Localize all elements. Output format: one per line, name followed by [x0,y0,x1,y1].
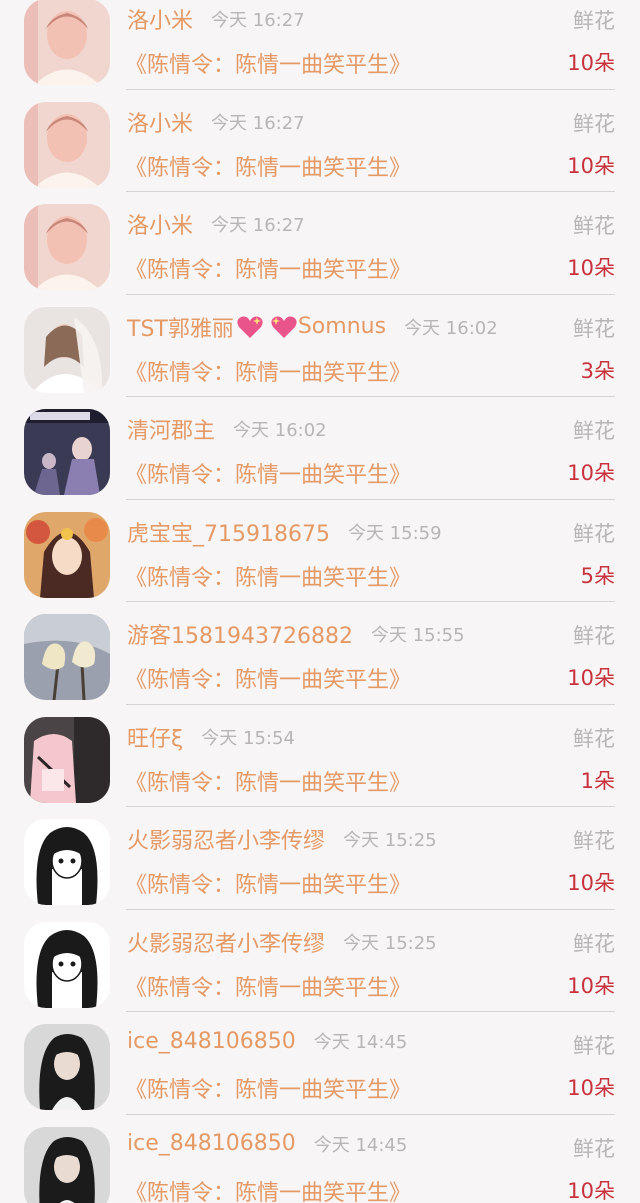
gift-type: 鲜花 [573,316,615,341]
gift-count: 10朵 [567,256,615,280]
work-title-link[interactable]: 《陈情令：陈情一曲笑平生》 [125,355,411,387]
sender-name: ice_848106850 今天 14:45 [127,1131,408,1156]
gift-count: 3朵 [580,358,615,383]
avatar[interactable] [24,409,110,495]
gift-type: 鲜花 [573,111,615,136]
work-title-link[interactable]: 《陈情令：陈情一曲笑平生》 [125,1072,411,1104]
work-title-link[interactable]: 《陈情令：陈情一曲笑平生》 [125,560,411,592]
sender-name: 旺仔ξ 今天 15:54 [127,721,295,753]
timestamp: 今天 16:27 [211,112,305,134]
sender-name: ice_848106850 今天 14:45 [127,1028,408,1054]
timestamp: 今天 16:27 [211,215,305,236]
avatar[interactable] [24,0,110,85]
timestamp: 今天 16:02 [233,420,327,441]
gift-type: 鲜花 [573,1034,615,1058]
avatar[interactable] [24,921,110,1008]
gift-record-list: 洛小米 今天 16:27 鲜花 《陈情令：陈情一曲笑平生》 10朵 洛小米 今天… [0,0,640,1203]
magnolia-avatar-icon [24,614,110,700]
gift-type: 鲜花 [573,624,615,648]
bride-avatar-icon [24,306,110,393]
sparkling-heart-icon [270,314,298,340]
work-title-link[interactable]: 《陈情令：陈情一曲笑平生》 [125,970,411,1002]
avatar[interactable] [24,511,110,598]
timestamp: 今天 16:02 [404,317,498,339]
timestamp: 今天 14:45 [313,1032,408,1053]
work-title-link[interactable]: 《陈情令：陈情一曲笑平生》 [125,252,411,284]
gift-count: 10朵 [567,871,615,895]
gift-count: 5朵 [580,563,615,588]
gift-type: 鲜花 [573,214,615,238]
timestamp: 今天 14:45 [313,1134,408,1156]
gift-count: 1朵 [580,768,615,793]
avatar[interactable] [24,819,110,905]
avatar[interactable] [24,306,110,393]
gift-type: 鲜花 [573,419,615,443]
gift-type: 鲜花 [573,1136,615,1161]
list-item[interactable]: 洛小米 今天 16:27 鲜花 《陈情令：陈情一曲笑平生》 10朵 [0,192,640,295]
gift-type: 鲜花 [573,521,615,546]
list-item[interactable]: 洛小米 今天 16:27 鲜花 《陈情令：陈情一曲笑平生》 10朵 [0,90,640,192]
pink-portrait-avatar-icon [24,101,110,188]
list-item[interactable]: 火影弱忍者小李传缪 今天 15:25 鲜花 《陈情令：陈情一曲笑平生》 10朵 [0,910,640,1012]
work-title-link[interactable]: 《陈情令：陈情一曲笑平生》 [125,765,411,797]
pink-portrait-avatar-icon [24,0,110,85]
gift-count: 10朵 [567,666,615,690]
manga-girl-avatar-icon [24,819,110,905]
sender-name: 洛小米 今天 16:27 [127,106,305,138]
list-item[interactable]: 虎宝宝_715918675 今天 15:59 鲜花 《陈情令：陈情一曲笑平生》 … [0,500,640,602]
sender-name: 虎宝宝_715918675 今天 15:59 [127,516,442,548]
avatar[interactable] [24,101,110,188]
gift-count: 10朵 [567,973,615,998]
pink-sweater-avatar-icon [24,716,110,803]
avatar[interactable] [24,614,110,700]
work-title-link[interactable]: 《陈情令：陈情一曲笑平生》 [125,47,411,79]
avatar[interactable] [24,1024,110,1110]
work-title-link[interactable]: 《陈情令：陈情一曲笑平生》 [125,867,411,899]
timestamp: 今天 15:54 [201,727,295,749]
gift-type: 鲜花 [573,829,615,853]
game-art-avatar-icon [24,409,110,495]
pink-portrait-avatar-icon [24,204,110,290]
sender-name: 洛小米 今天 16:27 [127,208,305,240]
sender-name: 火影弱忍者小李传缪 今天 15:25 [127,926,437,958]
sparkling-heart-icon [236,314,264,340]
sender-name: 火影弱忍者小李传缪 今天 15:25 [127,823,437,855]
list-item[interactable]: 火影弱忍者小李传缪 今天 15:25 鲜花 《陈情令：陈情一曲笑平生》 10朵 [0,807,640,910]
work-title-link[interactable]: 《陈情令：陈情一曲笑平生》 [125,150,411,182]
manga-girl-avatar-icon [24,921,110,1008]
sender-name: 清河郡主 今天 16:02 [127,413,327,445]
timestamp: 今天 15:55 [370,625,465,646]
timestamp: 今天 15:59 [347,522,442,544]
gift-count: 10朵 [567,51,615,75]
sender-name: 游客1581943726882 今天 15:55 [127,618,465,650]
timestamp: 今天 15:25 [343,932,437,954]
timestamp: 今天 16:27 [211,10,305,31]
sender-name: TST郭雅丽 Somnus 今天 16:02 [127,314,498,342]
list-item[interactable]: TST郭雅丽 Somnus 今天 16:02 鲜花 《陈情令：陈情一曲笑平生》 … [0,295,640,397]
gift-count: 10朵 [567,153,615,178]
gift-count: 10朵 [567,461,615,485]
list-item[interactable]: 洛小米 今天 16:27 鲜花 《陈情令：陈情一曲笑平生》 10朵 [0,0,640,90]
avatar[interactable] [24,716,110,803]
work-title-link[interactable]: 《陈情令：陈情一曲笑平生》 [125,457,411,489]
list-item[interactable]: ice_848106850 今天 14:45 鲜花 《陈情令：陈情一曲笑平生》 … [0,1115,640,1203]
gift-count: 10朵 [567,1178,615,1203]
list-item[interactable]: 游客1581943726882 今天 15:55 鲜花 《陈情令：陈情一曲笑平生… [0,602,640,705]
costume-portrait-avatar-icon [24,1024,110,1110]
gift-count: 10朵 [567,1076,615,1100]
avatar[interactable] [24,204,110,290]
list-item[interactable]: 清河郡主 今天 16:02 鲜花 《陈情令：陈情一曲笑平生》 10朵 [0,397,640,500]
gift-type: 鲜花 [573,726,615,751]
costume-portrait-avatar-icon [24,1126,110,1203]
gift-type: 鲜花 [573,931,615,956]
list-item[interactable]: 旺仔ξ 今天 15:54 鲜花 《陈情令：陈情一曲笑平生》 1朵 [0,705,640,807]
work-title-link[interactable]: 《陈情令：陈情一曲笑平生》 [125,1175,411,1203]
list-item[interactable]: ice_848106850 今天 14:45 鲜花 《陈情令：陈情一曲笑平生》 … [0,1012,640,1115]
illustrated-girl-avatar-icon [24,511,110,598]
sender-name: 洛小米 今天 16:27 [127,3,305,35]
avatar[interactable] [24,1126,110,1203]
work-title-link[interactable]: 《陈情令：陈情一曲笑平生》 [125,662,411,694]
gift-type: 鲜花 [573,9,615,33]
timestamp: 今天 15:25 [343,830,437,851]
